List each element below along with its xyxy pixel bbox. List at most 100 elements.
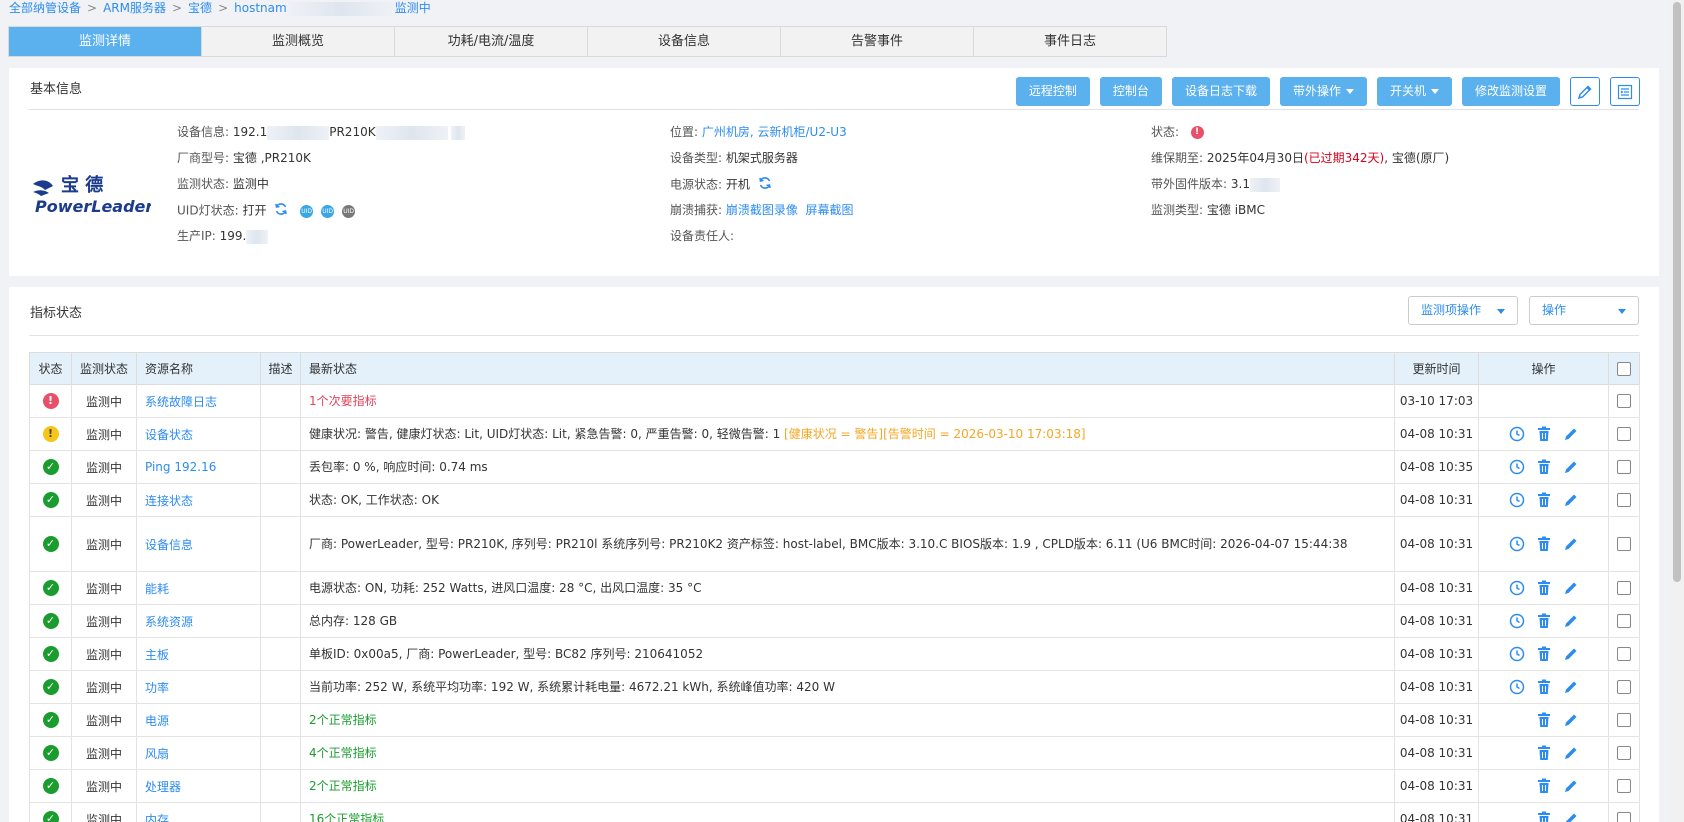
delete-trash-icon[interactable]: [1537, 613, 1551, 629]
tab-alarm-events[interactable]: 告警事件: [781, 27, 974, 56]
layout-toggle-button[interactable]: [1610, 77, 1640, 106]
history-clock-icon[interactable]: [1509, 613, 1525, 629]
col-select-all[interactable]: [1608, 352, 1640, 385]
row-latest-status: 4个正常指标: [300, 736, 1395, 770]
history-clock-icon[interactable]: [1509, 646, 1525, 662]
row-checkbox[interactable]: [1617, 581, 1631, 596]
resource-name-link[interactable]: Ping 192.16: [145, 460, 216, 474]
row-operations: [1478, 384, 1609, 418]
screenshot-link[interactable]: 屏幕截图: [806, 203, 854, 217]
row-checkbox[interactable]: [1617, 537, 1631, 552]
tab-event-log[interactable]: 事件日志: [974, 27, 1166, 56]
edit-pencil-icon[interactable]: [1563, 492, 1579, 508]
resource-name-link[interactable]: 设备信息: [145, 538, 193, 552]
resource-name-link[interactable]: 连接状态: [145, 494, 193, 508]
operation-select[interactable]: 操作: [1529, 296, 1639, 325]
delete-trash-icon[interactable]: [1537, 679, 1551, 695]
delete-trash-icon[interactable]: [1537, 492, 1551, 508]
crash-video-link[interactable]: 崩溃截图录像: [726, 203, 798, 217]
history-clock-icon[interactable]: [1509, 459, 1525, 475]
row-checkbox[interactable]: [1617, 394, 1631, 409]
col-status[interactable]: 状态: [29, 352, 72, 385]
history-clock-icon[interactable]: [1509, 426, 1525, 442]
history-clock-icon[interactable]: [1509, 580, 1525, 596]
edit-pencil-icon[interactable]: [1563, 613, 1579, 629]
edit-pencil-icon[interactable]: [1563, 536, 1579, 552]
col-latest-status[interactable]: 最新状态: [300, 352, 1395, 385]
scrollbar[interactable]: [1670, 0, 1684, 822]
col-monitor-status[interactable]: 监测状态: [71, 352, 137, 385]
row-checkbox[interactable]: [1617, 746, 1631, 761]
row-checkbox[interactable]: [1617, 647, 1631, 662]
history-clock-icon[interactable]: [1509, 536, 1525, 552]
resource-name-link[interactable]: 电源: [145, 714, 169, 728]
edit-pencil-icon[interactable]: [1563, 811, 1579, 822]
delete-trash-icon[interactable]: [1537, 811, 1551, 822]
row-checkbox[interactable]: [1617, 427, 1631, 442]
breadcrumb-vendor[interactable]: 宝德: [188, 1, 212, 15]
row-checkbox[interactable]: [1617, 680, 1631, 695]
resource-name-link[interactable]: 主板: [145, 648, 169, 662]
edit-pencil-icon[interactable]: [1563, 712, 1579, 728]
edit-pencil-icon[interactable]: [1563, 459, 1579, 475]
delete-trash-icon[interactable]: [1537, 459, 1551, 475]
tab-power-temp[interactable]: 功耗/电流/温度: [395, 27, 588, 56]
edit-monitor-settings-button[interactable]: 修改监测设置: [1461, 77, 1560, 106]
row-checkbox[interactable]: [1617, 812, 1631, 822]
edit-pencil-icon[interactable]: [1563, 426, 1579, 442]
resource-name-link[interactable]: 内存: [145, 813, 169, 822]
uid-led-off-icon[interactable]: UID: [342, 204, 356, 218]
refresh-icon[interactable]: [758, 176, 772, 194]
remote-control-button[interactable]: 远程控制: [1015, 77, 1090, 106]
tab-monitor-overview[interactable]: 监测概览: [202, 27, 395, 56]
edit-pencil-icon[interactable]: [1563, 745, 1579, 761]
console-button[interactable]: 控制台: [1099, 77, 1162, 106]
edit-pencil-icon[interactable]: [1563, 679, 1579, 695]
uid-led-on-icon[interactable]: UID: [300, 204, 314, 218]
status-ok-icon: ✓: [42, 679, 59, 695]
monitor-item-operation-select[interactable]: 监测项操作: [1408, 296, 1518, 325]
power-dropdown[interactable]: 开关机: [1376, 77, 1452, 106]
delete-trash-icon[interactable]: [1537, 426, 1551, 442]
row-checkbox[interactable]: [1617, 713, 1631, 728]
row-checkbox[interactable]: [1617, 614, 1631, 629]
uid-led-on-icon[interactable]: UID: [321, 204, 335, 218]
edit-pencil-icon[interactable]: [1563, 778, 1579, 794]
resource-name-link[interactable]: 风扇: [145, 747, 169, 761]
breadcrumb-arm-server[interactable]: ARM服务器: [103, 1, 166, 15]
select-all-checkbox[interactable]: [1617, 361, 1631, 376]
edit-pencil-icon[interactable]: [1563, 646, 1579, 662]
delete-trash-icon[interactable]: [1537, 778, 1551, 794]
refresh-icon[interactable]: [274, 202, 288, 220]
delete-trash-icon[interactable]: [1537, 580, 1551, 596]
delete-trash-icon[interactable]: [1537, 745, 1551, 761]
oob-operation-dropdown[interactable]: 带外操作: [1279, 77, 1367, 106]
resource-name-link[interactable]: 设备状态: [145, 428, 193, 442]
row-select-cell: [1608, 483, 1640, 517]
resource-name-link[interactable]: 能耗: [145, 582, 169, 596]
history-clock-icon[interactable]: [1509, 492, 1525, 508]
location-link[interactable]: 广州机房, 云新机柜/U2-U3: [702, 125, 847, 139]
col-description[interactable]: 描述: [260, 352, 301, 385]
row-checkbox[interactable]: [1617, 779, 1631, 794]
log-download-button[interactable]: 设备日志下载: [1171, 77, 1270, 106]
edit-button[interactable]: [1570, 77, 1600, 106]
row-checkbox[interactable]: [1617, 493, 1631, 508]
row-checkbox[interactable]: [1617, 460, 1631, 475]
delete-trash-icon[interactable]: [1537, 536, 1551, 552]
tab-device-info[interactable]: 设备信息: [588, 27, 781, 56]
col-update-time[interactable]: 更新时间: [1394, 352, 1479, 385]
scrollbar-thumb[interactable]: [1673, 2, 1681, 582]
edit-pencil-icon[interactable]: [1563, 580, 1579, 596]
resource-name-link[interactable]: 功率: [145, 681, 169, 695]
resource-name-link[interactable]: 处理器: [145, 780, 181, 794]
delete-trash-icon[interactable]: [1537, 712, 1551, 728]
breadcrumb-all-devices[interactable]: 全部纳管设备: [9, 1, 81, 15]
row-monitor-status: 监测中: [71, 417, 137, 451]
history-clock-icon[interactable]: [1509, 679, 1525, 695]
resource-name-link[interactable]: 系统资源: [145, 615, 193, 629]
delete-trash-icon[interactable]: [1537, 646, 1551, 662]
tab-monitor-detail[interactable]: 监测详情: [9, 27, 202, 56]
col-resource-name[interactable]: 资源名称: [136, 352, 261, 385]
resource-name-link[interactable]: 系统故障日志: [145, 395, 217, 409]
